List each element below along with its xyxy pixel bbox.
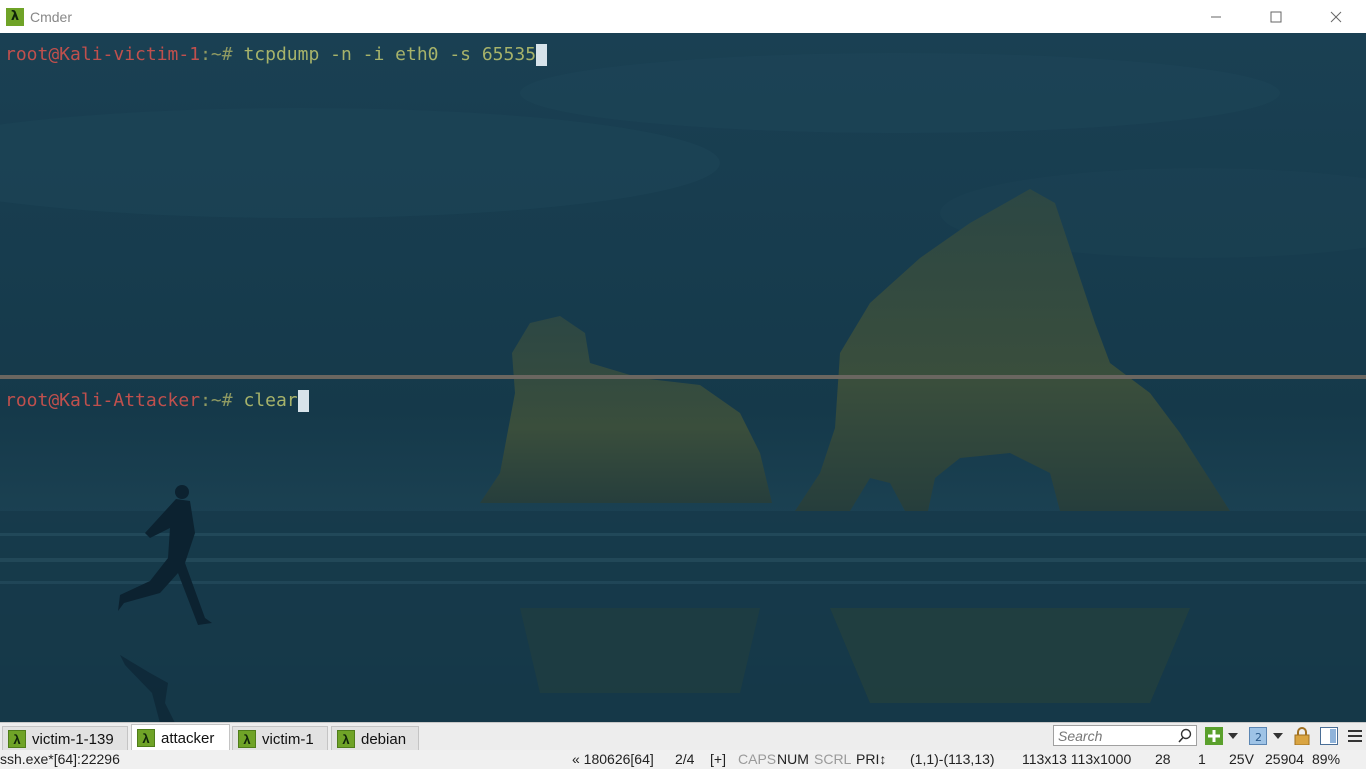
tab-label: attacker [161,729,215,747]
tab-attacker[interactable]: λ attacker [131,724,230,751]
console-list-dropdown[interactable] [1272,727,1284,745]
new-console-button[interactable] [1205,727,1223,745]
status-value-2: 1 [1198,751,1206,767]
cmder-logo-icon: λ [6,7,24,26]
maximize-icon [1270,11,1282,22]
status-value-1: 28 [1155,751,1171,767]
lambda-icon: λ [8,730,26,748]
lambda-icon: λ [337,730,355,748]
close-icon [1330,11,1342,22]
console-list-icon: 2 [1249,727,1267,745]
lambda-icon: λ [238,730,256,748]
prompt-user-host: root@Kali-victim-1 [5,44,201,65]
lock-icon [1294,727,1310,745]
status-size: 113x13 113x1000 [1022,751,1132,767]
prompt-user-host: root@Kali-Attacker [5,390,201,411]
status-pri: PRI↕ [856,751,887,767]
console-list-button[interactable]: 2 [1249,727,1267,745]
search-icon[interactable] [1177,728,1193,744]
menu-button[interactable] [1346,727,1364,745]
chevron-down-icon [1273,733,1283,739]
terminal-pane-attacker[interactable]: root@Kali-Attacker:~# clear [0,379,1366,722]
new-console-dropdown[interactable] [1227,727,1239,745]
prompt-line: root@Kali-victim-1:~# tcpdump -n -i eth0… [5,44,548,66]
prompt-path: :~# [200,390,244,411]
prompt-path: :~# [200,44,244,65]
status-console-index: 2/4 [675,751,695,767]
text-cursor [297,390,309,412]
lock-button[interactable] [1293,727,1311,745]
window-title: Cmder [30,8,73,25]
status-selection: (1,1)-(113,13) [910,751,995,767]
status-value-4: 25904 [1265,751,1304,767]
lambda-icon: λ [137,729,155,747]
command-text: tcpdump -n -i eth0 -s 65535 [243,44,537,65]
status-num: NUM [777,751,809,767]
status-caps: CAPS [738,751,777,767]
status-buffer: « 180626[64] [572,751,654,767]
minimize-icon [1211,16,1221,17]
text-cursor [536,44,548,66]
prompt-line: root@Kali-Attacker:~# clear [5,390,309,412]
search-box [1053,725,1197,746]
terminal-pane-victim[interactable]: root@Kali-victim-1:~# tcpdump -n -i eth0… [0,33,1366,375]
command-text: clear [243,390,298,411]
tab-label: victim-1-139 [32,730,114,748]
chevron-down-icon [1228,733,1238,739]
window-controls [1186,0,1366,33]
title-bar: λ Cmder [0,0,1366,33]
status-bar: ssh.exe*[64]:22296 « 180626[64] 2/4 [+] … [0,750,1366,769]
tab-bar: λ victim-1-139 λ attacker λ victim-1 λ d… [0,722,1366,751]
status-zoom: 89% [1312,751,1341,767]
tab-label: victim-1 [262,730,314,748]
terminal-area: root@Kali-victim-1:~# tcpdump -n -i eth0… [0,33,1366,722]
status-value-3: 25V [1229,751,1254,767]
status-scrl: SCRL [814,751,852,767]
tab-label: debian [361,730,407,748]
status-process: ssh.exe*[64]:22296 [0,751,120,767]
tab-victim-1-139[interactable]: λ victim-1-139 [2,726,128,751]
status-plus: [+] [710,751,726,767]
split-pane-icon [1320,727,1338,745]
minimize-button[interactable] [1186,0,1246,33]
maximize-button[interactable] [1246,0,1306,33]
search-input[interactable] [1058,726,1176,745]
tab-victim-1[interactable]: λ victim-1 [232,726,328,751]
plus-icon [1205,727,1223,745]
svg-text:2: 2 [1255,731,1262,744]
split-pane-button[interactable] [1320,727,1338,745]
hamburger-menu-icon [1348,730,1362,742]
close-button[interactable] [1306,0,1366,33]
tab-debian[interactable]: λ debian [331,726,419,751]
